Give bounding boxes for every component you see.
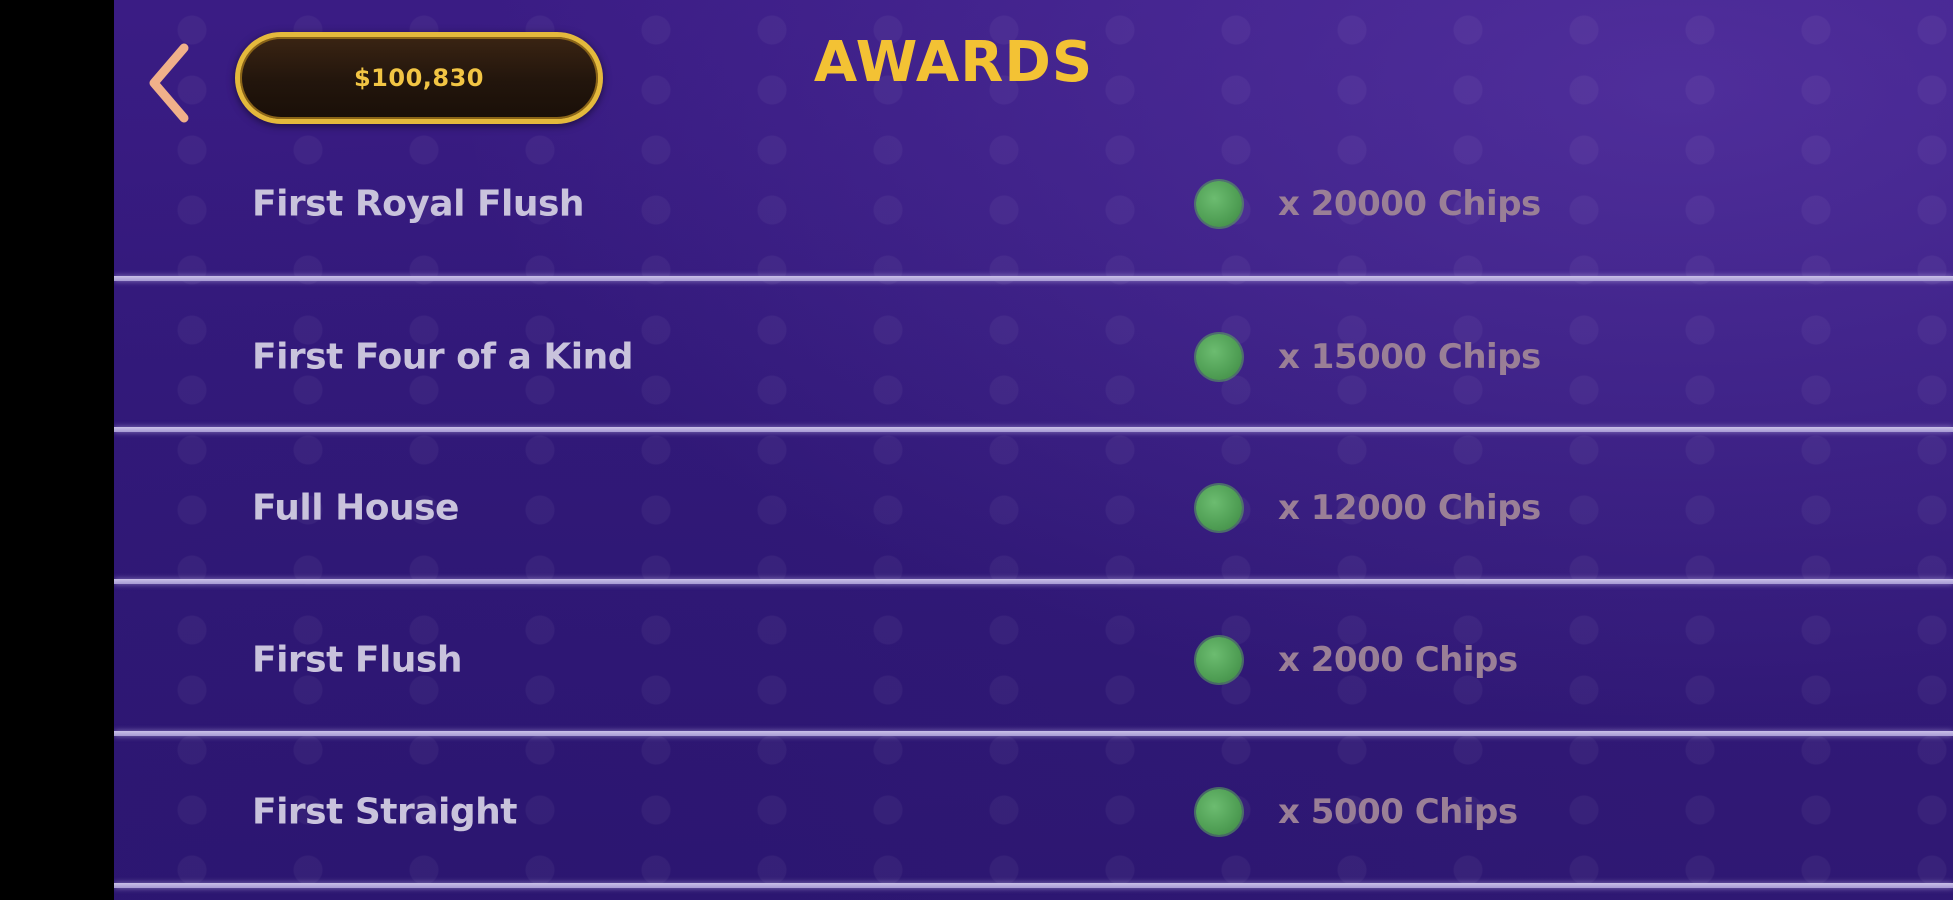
left-black-bar — [0, 0, 114, 900]
balance-amount: $100,830 — [353, 64, 484, 92]
award-label: First Straight — [252, 791, 518, 832]
award-label: First Flush — [252, 639, 462, 680]
award-reward: x 15000 Chips — [1278, 336, 1541, 377]
chip-icon — [1196, 333, 1242, 380]
awards-screen: $100,830 AWARDS First Royal Flush x 2000… — [114, 0, 1953, 900]
balance-pill: $100,830 — [235, 32, 603, 124]
award-label: First Royal Flush — [252, 183, 585, 224]
back-button[interactable] — [142, 38, 202, 128]
row-divider — [114, 883, 1953, 888]
award-reward: x 5000 Chips — [1278, 791, 1518, 832]
award-label: First Four of a Kind — [252, 336, 634, 377]
award-row: Full House x 12000 Chips — [114, 432, 1953, 583]
award-reward: x 20000 Chips — [1278, 183, 1541, 224]
chevron-left-icon — [149, 43, 189, 123]
award-reward: x 2000 Chips — [1278, 639, 1518, 680]
chip-icon — [1196, 180, 1242, 227]
chip-icon — [1196, 484, 1242, 531]
chip-icon — [1196, 636, 1242, 683]
award-row: First Straight x 5000 Chips — [114, 736, 1953, 887]
award-reward: x 12000 Chips — [1278, 487, 1541, 528]
award-row: First Royal Flush x 20000 Chips — [114, 128, 1953, 279]
award-row: First Four of a Kind x 15000 Chips — [114, 281, 1953, 432]
award-row: First Flush x 2000 Chips — [114, 584, 1953, 735]
award-label: Full House — [252, 487, 459, 528]
chip-icon — [1196, 788, 1242, 835]
